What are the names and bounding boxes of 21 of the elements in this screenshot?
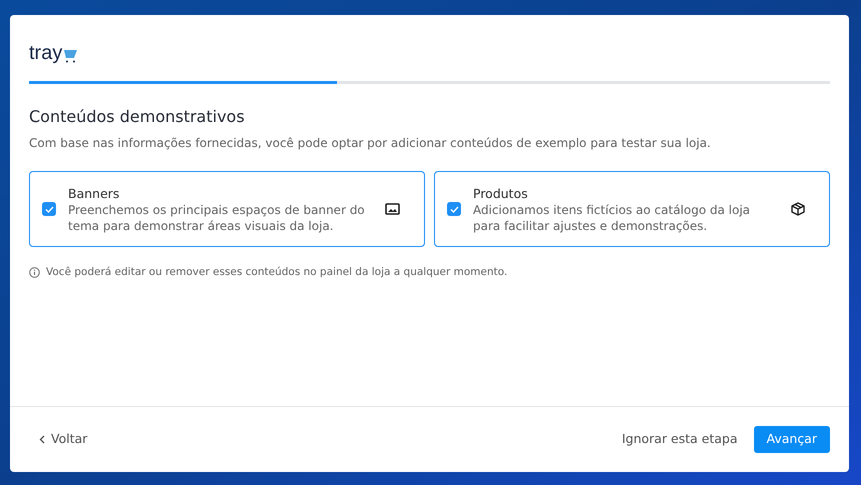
option-description: Adicionamos itens fictícios ao catálogo da loja para facilitar ajustes e demonstrações. [473,202,752,234]
info-icon [29,267,40,278]
option-card[interactable]: Banners Preenchemos os principais espaços de banner do tema para demonstrar áreas visuais da loja. [29,171,425,247]
back-button[interactable]: Voltar [29,426,98,453]
checkbox[interactable] [42,202,56,216]
option-title: Banners [68,184,120,202]
option-description: Preenchemos os principais espaços de banner do tema para demonstrar áreas visuais da loja. [68,202,366,234]
checkbox[interactable] [447,202,461,216]
cube-icon [791,202,805,216]
skip-button[interactable]: Ignorar esta etapa [612,424,748,455]
option-card[interactable]: Produtos Adicionamos itens fictícios ao catálogo da loja para facilitar ajustes e demonstrações. [434,171,830,247]
section-title: Conteúdos demonstrativos [29,106,246,128]
info-note: Você poderá editar ou remover esses conteúdos no painel da loja a qualquer momento. [46,265,508,280]
check-icon [44,206,54,212]
logo-text: tray [29,43,62,63]
section-description: Com base nas informações fornecidas, você pode optar por adicionar conteúdos de exemplo para testar sua loja. [29,135,712,151]
cart-icon [63,47,78,63]
chevron-left-icon [39,435,45,444]
option-title: Produtos [473,184,529,202]
image-icon [385,203,400,215]
check-icon [450,206,458,212]
